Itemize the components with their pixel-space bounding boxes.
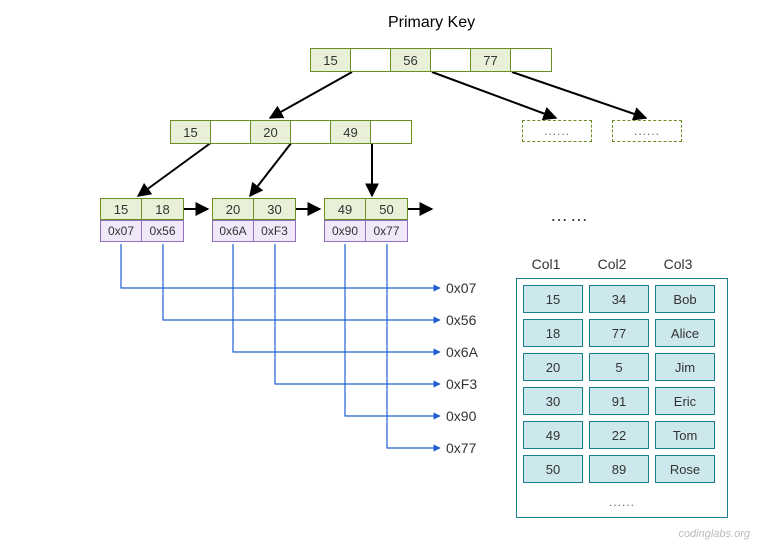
table-cell: Bob (655, 285, 715, 313)
leaf-key: 30 (254, 198, 296, 220)
ghost-node: ...... (522, 120, 592, 142)
leaf-ptr: 0x56 (142, 220, 184, 242)
col-header: Col2 (582, 256, 642, 272)
table-cell: Rose (655, 455, 715, 483)
table-cell: Eric (655, 387, 715, 415)
root-key: 15 (311, 49, 351, 71)
internal-key: 20 (251, 121, 291, 143)
table-cell: 91 (589, 387, 649, 415)
table-row: 15 34 Bob (523, 285, 721, 313)
table-cell: 20 (523, 353, 583, 381)
internal-ptr (371, 121, 411, 143)
table-cell: Tom (655, 421, 715, 449)
data-table: Col1 Col2 Col3 15 34 Bob 18 77 Alice 20 … (516, 256, 728, 518)
ptr-label: 0x07 (446, 280, 476, 296)
table-cell: 15 (523, 285, 583, 313)
ptr-label: 0x56 (446, 312, 476, 328)
leaf-more: …… (550, 205, 590, 226)
diagram-title: Primary Key (388, 14, 475, 32)
leaf-node: 49 50 0x90 0x77 (324, 198, 408, 242)
internal-ptr (291, 121, 331, 143)
root-ptr (351, 49, 391, 71)
root-ptr (511, 49, 551, 71)
leaf-key: 15 (100, 198, 142, 220)
root-node: 15 56 77 (310, 48, 552, 72)
col-header: Col1 (516, 256, 576, 272)
table-cell: 30 (523, 387, 583, 415)
ptr-label: 0x6A (446, 344, 478, 360)
root-key: 56 (391, 49, 431, 71)
table-box: 15 34 Bob 18 77 Alice 20 5 Jim 30 91 Eri… (516, 278, 728, 518)
table-cell: 5 (589, 353, 649, 381)
ptr-label: 0xF3 (446, 376, 477, 392)
table-cell: Alice (655, 319, 715, 347)
table-cell: 77 (589, 319, 649, 347)
table-cell: 89 (589, 455, 649, 483)
table-more: ...... (523, 489, 721, 517)
table-cell: 22 (589, 421, 649, 449)
leaf-ptr: 0x6A (212, 220, 254, 242)
table-row: 30 91 Eric (523, 387, 721, 415)
root-ptr (431, 49, 471, 71)
leaf-ptr: 0x07 (100, 220, 142, 242)
leaf-key: 18 (142, 198, 184, 220)
root-key: 77 (471, 49, 511, 71)
table-row: 20 5 Jim (523, 353, 721, 381)
table-row: 50 89 Rose (523, 455, 721, 483)
leaf-key: 20 (212, 198, 254, 220)
leaf-ptr: 0x90 (324, 220, 366, 242)
diagram-stage: Primary Key 15 56 77 15 20 49 ...... ...… (0, 0, 768, 546)
leaf-ptr: 0xF3 (254, 220, 296, 242)
table-cell: 18 (523, 319, 583, 347)
leaf-key: 50 (366, 198, 408, 220)
leaf-ptr: 0x77 (366, 220, 408, 242)
table-row: 18 77 Alice (523, 319, 721, 347)
ptr-label: 0x77 (446, 440, 476, 456)
table-row: 49 22 Tom (523, 421, 721, 449)
ghost-node: ...... (612, 120, 682, 142)
table-cell: 50 (523, 455, 583, 483)
leaf-node: 15 18 0x07 0x56 (100, 198, 184, 242)
internal-node: 15 20 49 (170, 120, 412, 144)
col-header: Col3 (648, 256, 708, 272)
watermark: codinglabs.org (678, 528, 750, 540)
ptr-label: 0x90 (446, 408, 476, 424)
leaf-node: 20 30 0x6A 0xF3 (212, 198, 296, 242)
table-cell: 34 (589, 285, 649, 313)
leaf-key: 49 (324, 198, 366, 220)
table-cell: 49 (523, 421, 583, 449)
internal-key: 15 (171, 121, 211, 143)
table-cell: Jim (655, 353, 715, 381)
internal-ptr (211, 121, 251, 143)
internal-key: 49 (331, 121, 371, 143)
